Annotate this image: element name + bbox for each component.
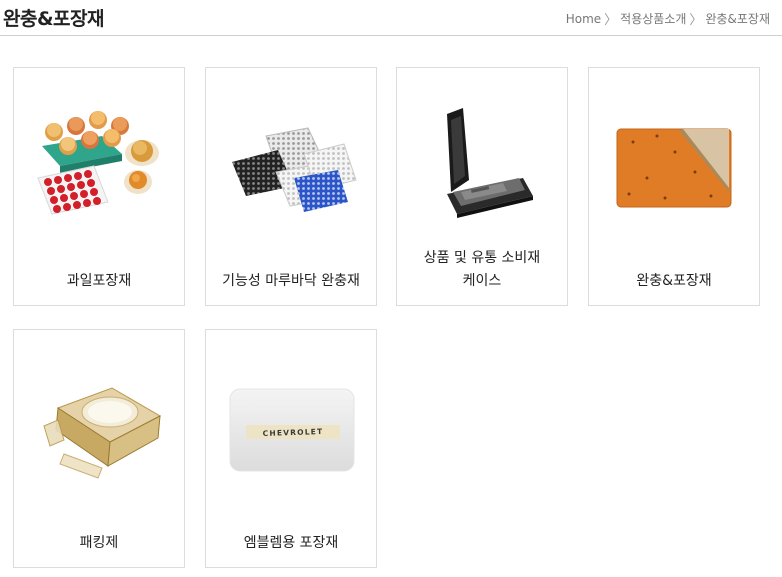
product-case-image	[407, 96, 557, 236]
page-header: 완충&포장재 Home 〉 적용상품소개 〉 완충&포장재	[0, 0, 782, 36]
product-card-product-case[interactable]: 상품 및 유통 소비재 케이스	[396, 67, 568, 306]
fruit-tray-image	[24, 96, 174, 236]
product-card-emblem-packaging[interactable]: CHEVROLET 엠블렘용 포장재	[205, 329, 377, 568]
cosmetic-packing-image	[24, 358, 174, 498]
chevron-right-icon: 〉	[689, 13, 703, 28]
breadcrumb-current: 완충&포장재	[705, 12, 770, 26]
breadcrumb-products[interactable]: 적용상품소개	[620, 10, 686, 27]
chevron-right-icon: 〉	[604, 13, 618, 28]
product-card-cushion-packaging[interactable]: 완충&포장재	[588, 67, 760, 306]
product-card-label: 과일포장재	[66, 273, 132, 289]
product-card-label: 패킹제	[79, 535, 119, 551]
page-title: 완충&포장재	[3, 8, 104, 30]
product-card-label: 엠블렘용 포장재	[243, 535, 339, 551]
emblem-packaging-image: CHEVROLET	[216, 358, 366, 498]
product-card-fruit-packaging[interactable]: 과일포장재	[13, 67, 185, 306]
product-card-label: 기능성 마루바닥 완충재	[222, 273, 360, 289]
product-card-packing[interactable]: 패킹제	[13, 329, 185, 568]
floor-cushion-sheet-image	[216, 96, 366, 236]
breadcrumb-home[interactable]: Home	[566, 12, 601, 26]
cushion-board-image	[599, 96, 749, 236]
product-card-label: 상품 및 유통 소비재 케이스	[423, 250, 541, 289]
product-card-label: 완충&포장재	[636, 273, 712, 289]
product-card-floor-cushion[interactable]: 기능성 마루바닥 완충재	[205, 67, 377, 306]
breadcrumb: Home 〉 적용상품소개 〉 완충&포장재	[566, 9, 770, 29]
